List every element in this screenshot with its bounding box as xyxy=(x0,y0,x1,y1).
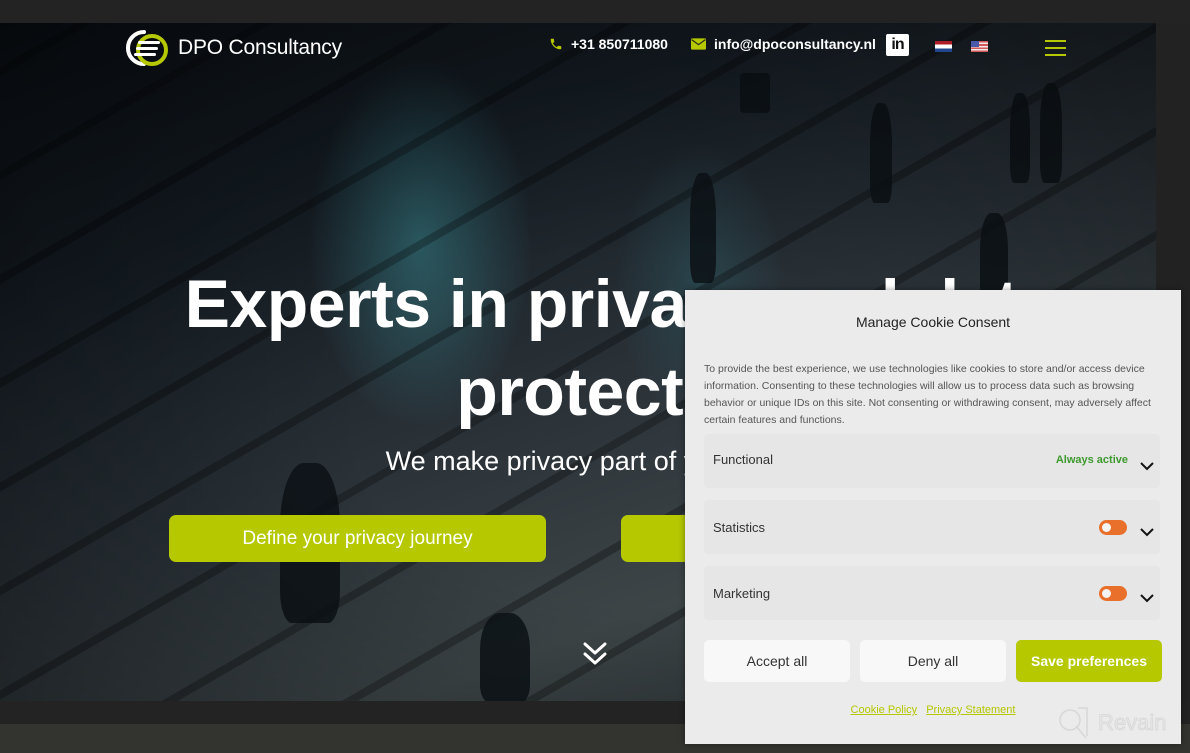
envelope-icon xyxy=(691,38,706,50)
deny-all-button[interactable]: Deny all xyxy=(860,640,1006,682)
marketing-toggle[interactable] xyxy=(1099,586,1127,601)
phone-icon xyxy=(550,38,562,50)
category-label: Statistics xyxy=(713,520,766,535)
always-active-badge: Always active xyxy=(1055,454,1128,466)
email-link[interactable]: info@dpoconsultancy.nl xyxy=(691,36,876,52)
category-label: Marketing xyxy=(713,586,771,601)
phone-number: +31 850711080 xyxy=(571,36,668,52)
browser-top-bar xyxy=(0,0,1190,23)
dutch-flag-icon[interactable] xyxy=(935,41,952,52)
dpo-logo-icon xyxy=(126,30,168,66)
cookie-category-functional[interactable]: Functional Always active xyxy=(704,434,1160,488)
logo[interactable]: DPO Consultancy xyxy=(122,28,342,68)
hamburger-line xyxy=(1045,47,1066,49)
chevron-down-icon[interactable] xyxy=(1139,461,1155,471)
cookie-category-statistics[interactable]: Statistics xyxy=(704,500,1160,554)
chevron-down-icon[interactable] xyxy=(1139,593,1155,603)
save-preferences-button[interactable]: Save preferences xyxy=(1016,640,1162,682)
us-flag-icon[interactable] xyxy=(971,41,988,52)
phone-link[interactable]: +31 850711080 xyxy=(549,36,668,52)
revain-logo-icon xyxy=(1059,707,1088,739)
accept-all-button[interactable]: Accept all xyxy=(704,640,850,682)
cookie-modal-description: To provide the best experience, we use t… xyxy=(704,363,1151,426)
define-privacy-journey-button[interactable]: Define your privacy journey xyxy=(169,515,546,562)
privacy-statement-link[interactable]: Privacy Statement xyxy=(926,704,1015,716)
hamburger-line xyxy=(1045,40,1066,42)
cookie-policy-link[interactable]: Cookie Policy xyxy=(851,704,918,716)
cookie-consent-modal: Manage Cookie Consent To provide the bes… xyxy=(685,290,1181,744)
statistics-toggle[interactable] xyxy=(1099,520,1127,535)
linkedin-icon[interactable]: in xyxy=(886,34,909,56)
revain-watermark: Revain xyxy=(1056,706,1167,740)
category-label: Functional xyxy=(713,452,773,467)
email-address: info@dpoconsultancy.nl xyxy=(714,36,876,52)
revain-watermark-text: Revain xyxy=(1098,710,1167,736)
cookie-category-marketing[interactable]: Marketing xyxy=(704,566,1160,620)
chevron-down-icon[interactable] xyxy=(1139,527,1155,537)
hamburger-menu-icon[interactable] xyxy=(1045,40,1066,56)
double-chevron-down-icon[interactable] xyxy=(583,641,607,667)
hamburger-line xyxy=(1045,54,1066,56)
logo-text: DPO Consultancy xyxy=(178,36,342,59)
cookie-modal-title: Manage Cookie Consent xyxy=(855,314,1011,330)
